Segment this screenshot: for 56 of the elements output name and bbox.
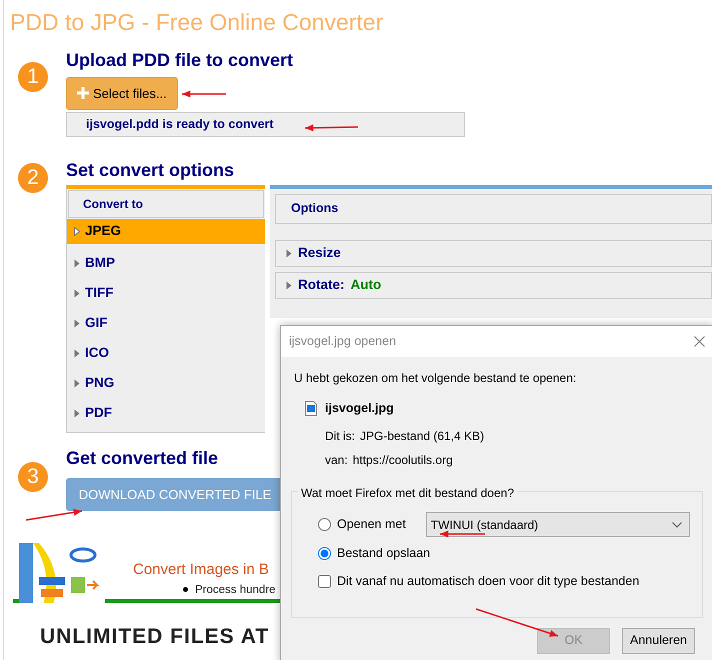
banner-text: UNLIMITED FILES AT — [40, 624, 270, 650]
bullet-icon — [183, 586, 188, 592]
triangle-icon — [286, 248, 292, 258]
status-message: ijsvogel.pdd is ready to convert — [86, 116, 274, 134]
format-item[interactable]: BMP — [67, 248, 265, 278]
format-item[interactable]: JPEG — [67, 218, 265, 244]
format-item[interactable]: PDF — [67, 398, 265, 428]
checkbox-label[interactable]: Dit vanaf nu automatisch doen voor dit type bestanden — [337, 572, 640, 590]
step-number: 1 — [18, 62, 48, 92]
format-item[interactable]: ICO — [67, 338, 265, 368]
triangle-icon — [74, 259, 80, 268]
promo-heading: Convert Images in B — [133, 560, 270, 580]
step-number: 2 — [18, 163, 48, 193]
detail-label: Dit is: — [325, 428, 355, 445]
format-item[interactable]: GIF — [67, 308, 265, 338]
radio-label[interactable]: Openen met — [337, 515, 406, 534]
options-section[interactable]: Resize — [275, 240, 712, 266]
section-label: Rotate: — [298, 276, 344, 294]
options-section[interactable]: Rotate: Auto — [275, 272, 712, 298]
radio-label[interactable]: Bestand opslaan — [337, 544, 430, 564]
triangle-icon — [74, 289, 80, 298]
triangle-icon — [286, 280, 292, 290]
plus-icon — [77, 87, 89, 100]
panel-header: Options — [275, 194, 712, 224]
step-number: 3 — [18, 462, 48, 492]
triangle-icon — [74, 319, 80, 328]
close-icon[interactable] — [694, 336, 705, 347]
section-heading: Upload PDD file to convert — [66, 49, 294, 71]
dialog-title: ijsvogel.jpg openen — [289, 333, 396, 350]
file-name: ijsvogel.jpg — [325, 400, 394, 417]
app-dropdown[interactable]: TWINUI (standaard) — [426, 512, 690, 538]
checkbox[interactable] — [318, 574, 331, 588]
select-files-button[interactable]: Select files... — [66, 76, 178, 110]
triangle-icon — [74, 379, 80, 388]
radio-button[interactable] — [318, 547, 331, 560]
file-icon — [305, 400, 317, 416]
triangle-icon — [74, 349, 80, 358]
radio-button[interactable] — [318, 518, 331, 532]
triangle-icon — [74, 226, 80, 236]
dialog-message: U hebt gekozen om het volgende bestand te openen: — [294, 370, 578, 387]
section-heading: Get converted file — [66, 446, 218, 468]
panel-header: Convert to — [68, 190, 264, 218]
section-value: Auto — [350, 276, 382, 294]
section-label: Resize — [298, 244, 341, 262]
chevron-down-icon — [672, 522, 682, 528]
section-heading: Set convert options — [66, 159, 234, 181]
triangle-icon — [74, 409, 80, 418]
detail-value: JPG-bestand (61,4 KB) — [360, 428, 484, 445]
page-title: PDD to JPG - Free Online Converter — [10, 8, 384, 34]
cancel-button[interactable]: Annuleren — [622, 628, 695, 654]
dropdown-value: TWINUI (standaard) — [430, 516, 538, 534]
detail-label: van: — [325, 452, 348, 469]
bullet-text: Process hundre — [195, 584, 276, 596]
format-item[interactable]: PNG — [67, 368, 265, 398]
detail-value: https://coolutils.org — [352, 452, 453, 469]
format-item[interactable]: TIFF — [67, 278, 265, 308]
